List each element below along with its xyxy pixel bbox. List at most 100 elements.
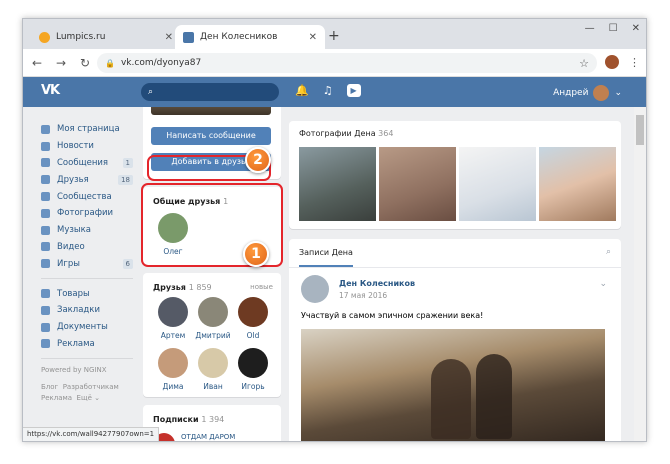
tab-wall-posts[interactable]: Записи Дена	[299, 239, 353, 267]
post-image[interactable]	[301, 329, 605, 441]
sidebar-item-label: Видео	[57, 241, 85, 252]
footer-link-developers[interactable]: Разработчикам	[63, 383, 119, 391]
photos-title[interactable]: Фотографии Дена 364	[299, 129, 393, 138]
close-icon[interactable]: ✕	[309, 32, 317, 43]
photos-row	[299, 147, 616, 221]
sidebar-item-ads[interactable]: Реклама	[41, 336, 133, 353]
sidebar-item-bookmarks[interactable]: Закладки	[41, 302, 133, 319]
friend-item[interactable]: Иван	[193, 348, 233, 391]
footer-link-more[interactable]: Ещё ⌄	[77, 394, 100, 402]
avatar	[238, 348, 268, 378]
left-menu: Моя страница Новости Сообщения 1 Друзья 18…	[41, 121, 133, 404]
post-image-figure	[476, 354, 512, 439]
close-window-icon[interactable]: ✕	[632, 23, 640, 34]
sidebar-item-label: Сообщения	[57, 157, 109, 168]
search-icon: ⌕	[148, 87, 154, 97]
reload-icon[interactable]: ↻	[75, 56, 95, 70]
page-scrollbar[interactable]	[634, 107, 646, 441]
sidebar-item-goods[interactable]: Товары	[41, 285, 133, 302]
vk-logo[interactable]: VK	[41, 83, 60, 98]
tab-title: Ден Колесников	[200, 32, 278, 42]
wall-divider	[289, 267, 621, 268]
photo-thumb[interactable]	[539, 147, 616, 221]
minimize-icon[interactable]: —	[585, 23, 595, 34]
sidebar-item-label: Друзья	[57, 174, 89, 185]
sidebar-item-photos[interactable]: Фотографии	[41, 205, 133, 222]
sidebar-item-music[interactable]: Музыка	[41, 222, 133, 239]
menu-dots-icon[interactable]: ⋮	[629, 56, 640, 69]
new-tab-icon[interactable]: +	[328, 28, 340, 44]
sidebar-item-friends[interactable]: Друзья 18	[41, 171, 133, 188]
profile-photo	[151, 107, 271, 115]
header-user-menu[interactable]: Андрей ⌄	[553, 85, 622, 101]
sidebar-item-video[interactable]: Видео	[41, 239, 133, 256]
footer-link-blog[interactable]: Блог	[41, 383, 58, 391]
friend-name: Игорь	[241, 382, 265, 391]
friend-item[interactable]: Дима	[153, 348, 193, 391]
play-icon[interactable]: ▶	[346, 84, 361, 97]
music-note-icon[interactable]: ♫	[323, 84, 333, 97]
sidebar-item-groups[interactable]: Сообщества	[41, 188, 133, 205]
photos-icon	[41, 208, 50, 218]
games-icon	[41, 259, 50, 269]
notifications-bell-icon[interactable]: 🔔	[295, 84, 309, 97]
user-name: Андрей	[553, 88, 589, 98]
sidebar-item-games[interactable]: Игры 6	[41, 255, 133, 272]
messages-icon	[41, 158, 50, 168]
search-icon[interactable]: ⌕	[606, 247, 611, 257]
friends-new-link[interactable]: новые	[250, 283, 273, 291]
friends-title: Друзья 1 859	[153, 283, 212, 292]
back-icon[interactable]: ←	[27, 56, 47, 70]
close-icon[interactable]: ✕	[165, 32, 173, 43]
write-message-button[interactable]: Написать сообщение	[151, 127, 271, 145]
sidebar-item-label: Музыка	[57, 225, 91, 236]
subscriptions-card: Подписки 1 394 ОТДАМ ДАРОМ БЕСПЛАТНО ХАЛ…	[143, 405, 281, 441]
friend-item[interactable]: Дмитрий	[193, 297, 233, 340]
friend-item[interactable]: Артем	[153, 297, 193, 340]
friend-item[interactable]: Old	[233, 297, 273, 340]
sidebar-item-label: Сообщества	[57, 191, 112, 202]
url-text: vk.com/dyonya87	[120, 58, 202, 68]
wall-card: Записи Дена ⌕ Ден Колесников 17 мая 2016…	[289, 239, 621, 441]
lock-icon[interactable]: 🔒	[105, 59, 115, 68]
friend-item[interactable]: Игорь	[233, 348, 273, 391]
tab-vk-profile[interactable]: Ден Колесников ✕	[175, 25, 325, 49]
sidebar-item-label: Товары	[57, 288, 90, 299]
lumpics-favicon-icon	[39, 31, 50, 43]
photo-thumb[interactable]	[379, 147, 456, 221]
forward-icon[interactable]: →	[51, 56, 71, 70]
avatar	[238, 297, 268, 327]
photo-thumb[interactable]	[459, 147, 536, 221]
sidebar-item-documents[interactable]: Документы	[41, 319, 133, 336]
post-text: Участвуй в самом эпичном сражении века!	[301, 311, 484, 320]
browser-window: Lumpics.ru ✕ Ден Колесников ✕ + — ☐ ✕ ← …	[22, 18, 647, 442]
sidebar-item-label: Документы	[57, 322, 108, 333]
post-date[interactable]: 17 мая 2016	[339, 291, 387, 300]
maximize-icon[interactable]: ☐	[609, 23, 618, 34]
window-controls: — ☐ ✕	[585, 23, 640, 34]
search-input[interactable]: ⌕	[141, 83, 279, 101]
avatar[interactable]	[301, 275, 329, 303]
friend-name: Old	[246, 331, 260, 340]
groups-icon	[41, 192, 50, 202]
sidebar-item-messages[interactable]: Сообщения 1	[41, 155, 133, 172]
vk-favicon-icon	[183, 31, 194, 43]
sidebar-item-news[interactable]: Новости	[41, 138, 133, 155]
subscription-item[interactable]: ОТДАМ ДАРОМ БЕСПЛАТНО ХАЛЯВА	[181, 433, 273, 441]
footer-link-ads[interactable]: Реклама	[41, 394, 72, 402]
sidebar-item-label: Реклама	[57, 338, 95, 349]
photos-card: Фотографии Дена 364	[289, 121, 621, 229]
vk-header: VK ⌕ 🔔 ♫ ▶ Андрей ⌄	[23, 77, 646, 107]
photo-thumb[interactable]	[299, 147, 376, 221]
bookmark-star-icon[interactable]: ☆	[579, 57, 589, 70]
home-icon	[41, 124, 50, 134]
address-bar[interactable]: 🔒 vk.com/dyonya87 ☆	[97, 53, 597, 73]
tab-lumpics[interactable]: Lumpics.ru ✕	[31, 25, 181, 49]
profile-avatar-icon[interactable]	[605, 55, 619, 69]
sidebar-item-my-page[interactable]: Моя страница	[41, 121, 133, 138]
powered-by: Powered by NGINX	[41, 366, 107, 375]
chevron-down-icon[interactable]: ⌄	[599, 279, 607, 289]
bookmarks-icon	[41, 305, 50, 315]
scrollbar-thumb[interactable]	[636, 115, 644, 145]
post-author[interactable]: Ден Колесников	[339, 279, 415, 288]
